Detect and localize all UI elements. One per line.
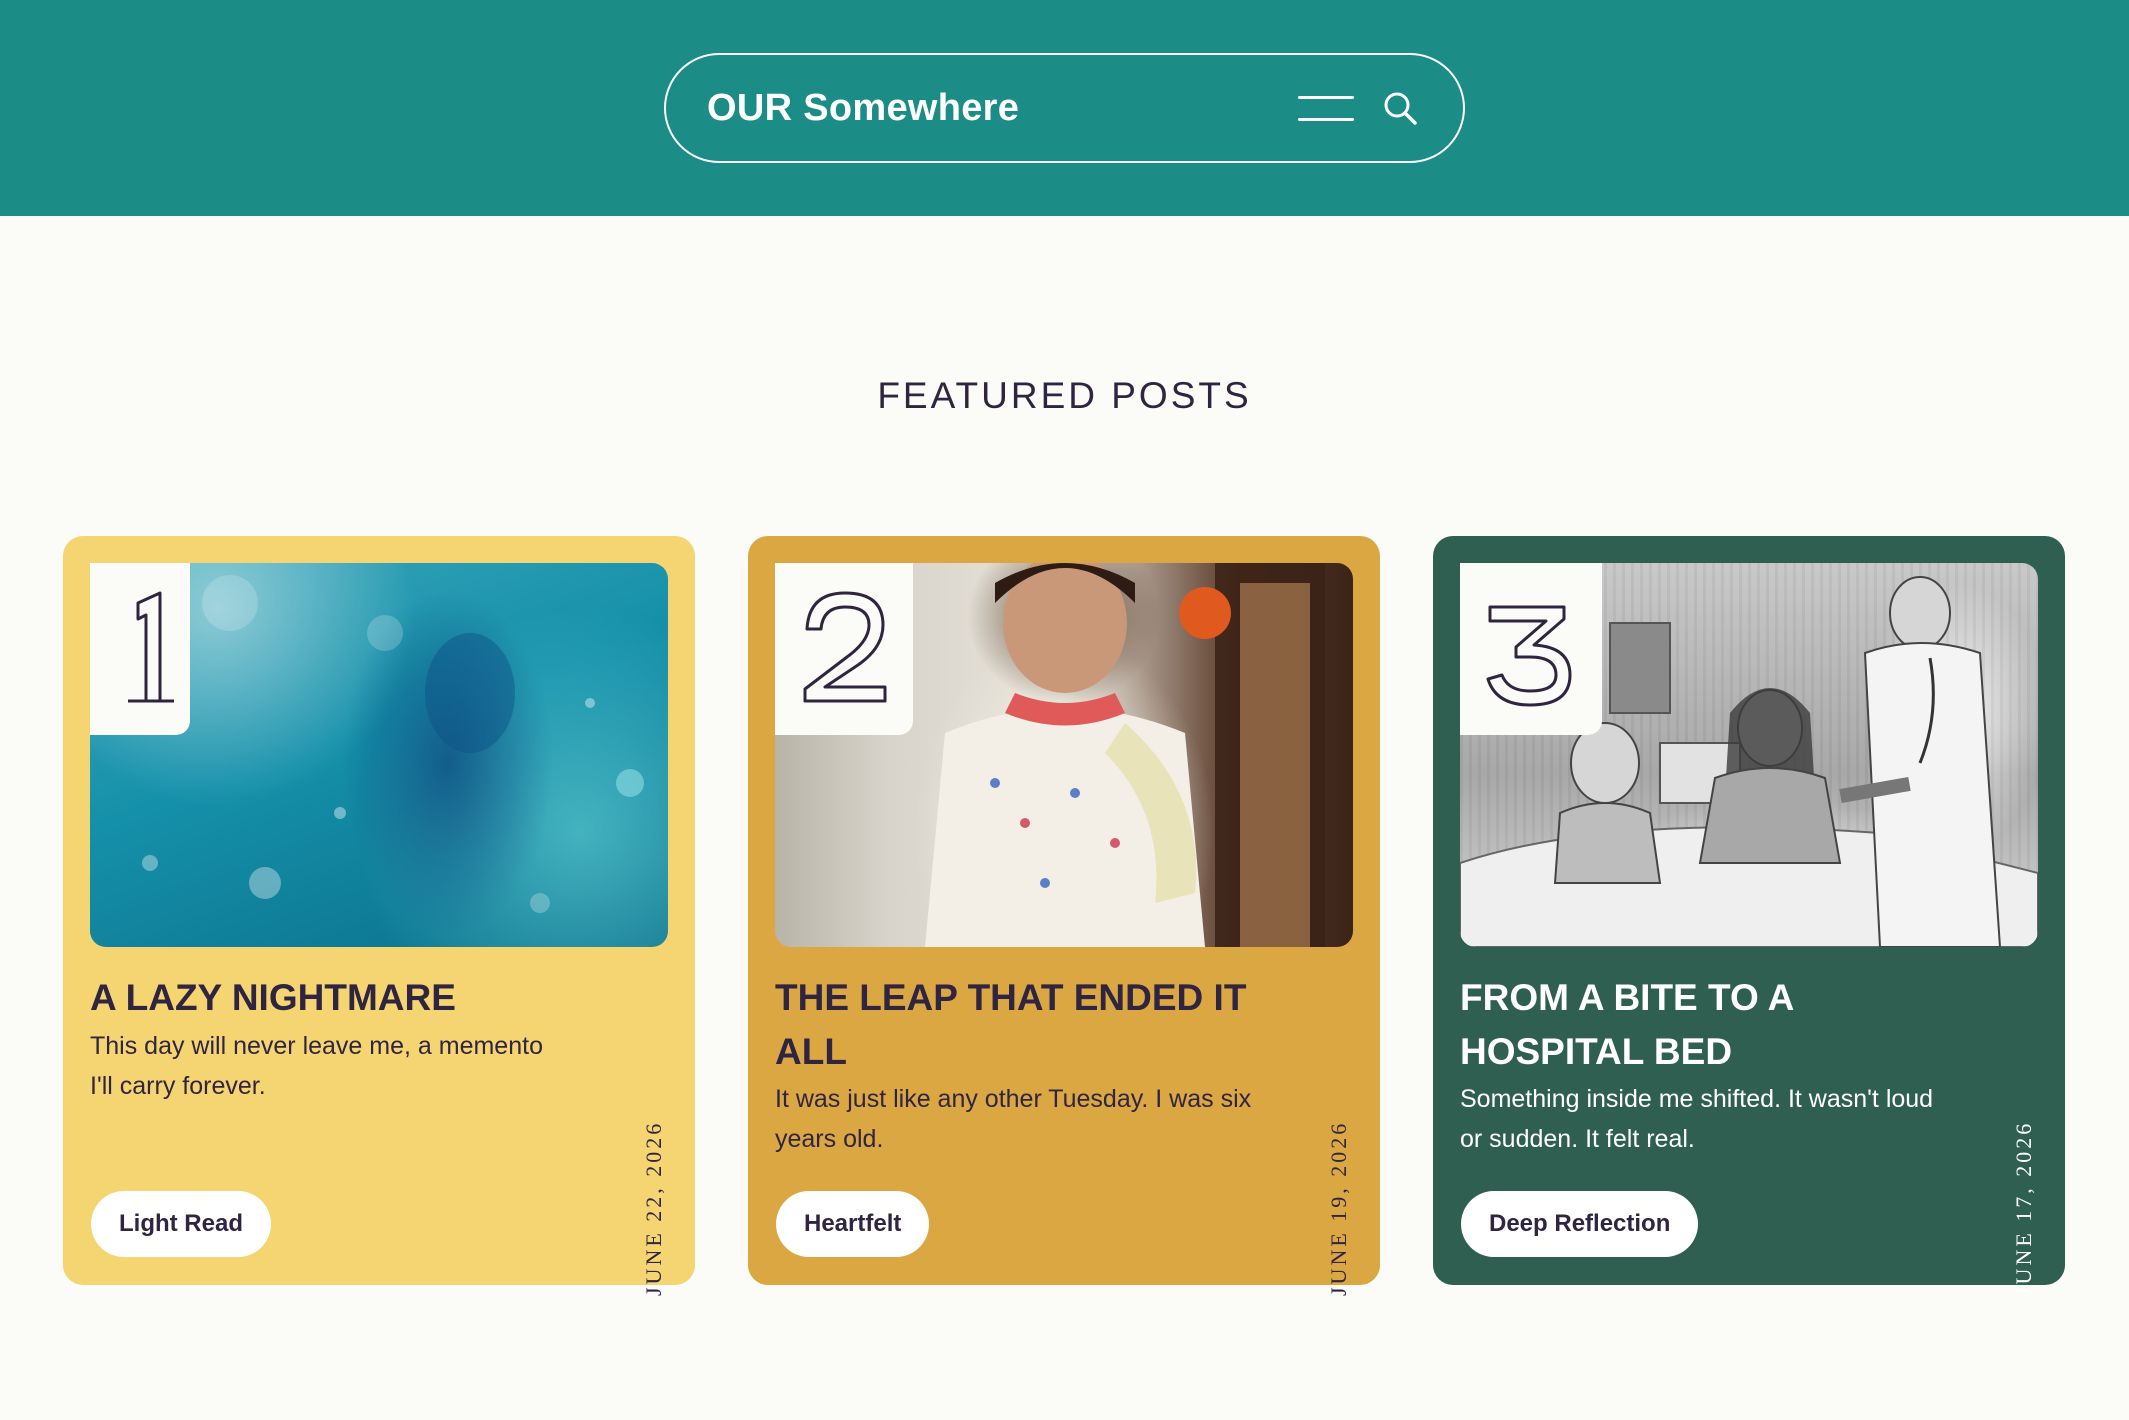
site-logo-link[interactable]: OUR Somewhere <box>707 55 1019 161</box>
section-title: FEATURED POSTS <box>877 375 1252 416</box>
post-number-badge <box>90 563 190 735</box>
post-title[interactable]: FROM A BITE TO A HOSPITAL BED <box>1460 971 1970 1079</box>
post-date: JUNE 22, 2026 <box>641 1120 666 1296</box>
post-title[interactable]: A LAZY NIGHTMARE <box>90 971 600 1025</box>
hamburger-icon[interactable] <box>1298 93 1354 123</box>
post-title[interactable]: THE LEAP THAT ENDED IT ALL <box>775 971 1285 1079</box>
post-date: JUNE 17, 2026 <box>2011 1120 2036 1296</box>
search-icon[interactable] <box>1381 89 1421 129</box>
tag-light-read[interactable]: Light Read <box>91 1191 271 1257</box>
featured-post-card[interactable]: THE LEAP THAT ENDED IT ALL It was just l… <box>748 536 1380 1296</box>
post-excerpt: It was just like any other Tuesday. I wa… <box>775 1085 1252 1153</box>
post-excerpt: This day will never leave me, a memento … <box>90 1032 543 1100</box>
nav-pill: OUR Somewhere <box>664 53 1465 163</box>
site-header: OUR Somewhere <box>0 0 2129 216</box>
tag-deep-reflection[interactable]: Deep Reflection <box>1461 1191 1699 1257</box>
post-number-badge <box>1460 563 1602 735</box>
post-excerpt: Something inside me shifted. It wasn't l… <box>1460 1085 1934 1153</box>
tag-heartfelt[interactable]: Heartfelt <box>776 1191 930 1257</box>
post-number-badge <box>775 563 913 735</box>
post-date: JUNE 19, 2026 <box>1326 1120 1351 1296</box>
featured-post-card[interactable]: A LAZY NIGHTMARE This day will never lea… <box>63 536 695 1296</box>
featured-post-card[interactable]: FROM A BITE TO A HOSPITAL BED Something … <box>1433 536 2065 1296</box>
